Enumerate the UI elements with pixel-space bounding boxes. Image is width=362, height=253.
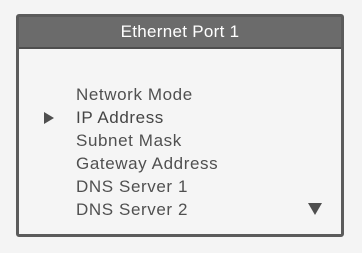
scroll-down-icon[interactable] [308,203,322,215]
menu-item-ip-address[interactable]: IP Address [19,106,341,129]
lcd-screen: Ethernet Port 1 Network Mode IP Address … [16,14,344,237]
menu-item-dns-server-1[interactable]: DNS Server 1 [19,175,341,198]
menu-item-label: Subnet Mask [76,131,182,150]
screen-title: Ethernet Port 1 [120,22,240,41]
menu-item-subnet-mask[interactable]: Subnet Mask [19,129,341,152]
settings-menu: Network Mode IP Address Subnet Mask Gate… [19,83,341,221]
menu-item-label: IP Address [76,108,164,127]
menu-item-label: DNS Server 2 [76,200,189,219]
menu-item-network-mode[interactable]: Network Mode [19,83,341,106]
selection-arrow-icon [44,112,54,124]
menu-item-label: Gateway Address [76,154,219,173]
title-bar: Ethernet Port 1 [19,17,341,49]
menu-item-gateway-address[interactable]: Gateway Address [19,152,341,175]
menu-item-dns-server-2[interactable]: DNS Server 2 [19,198,341,221]
menu-item-label: Network Mode [76,85,193,104]
menu-item-label: DNS Server 1 [76,177,189,196]
